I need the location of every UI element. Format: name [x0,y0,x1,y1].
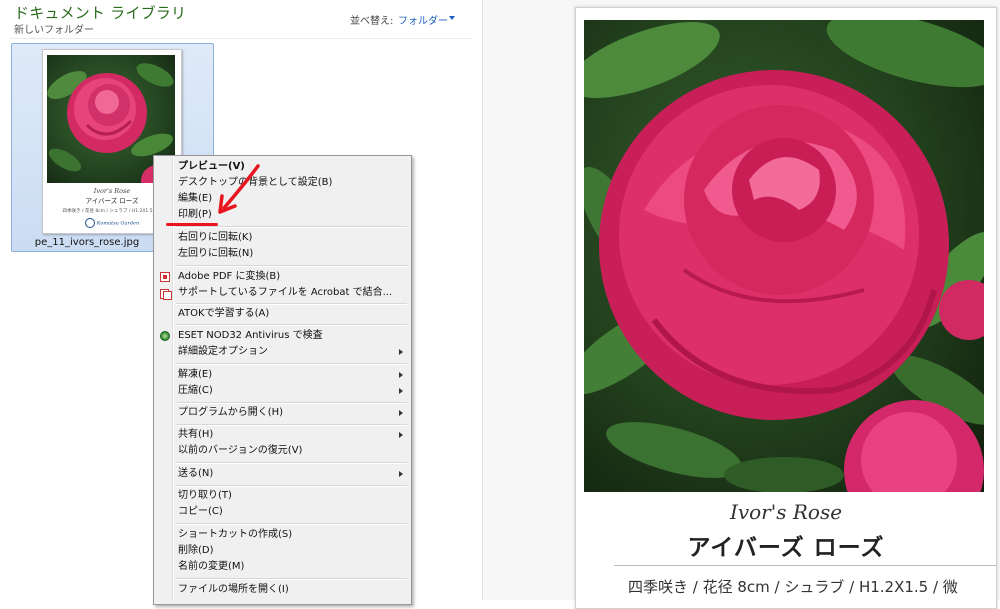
menu-separator [176,226,407,228]
menu-item-restore-previous-versions[interactable]: 以前のバージョンの復元(V) [156,443,409,459]
menu-item-open-file-location[interactable]: ファイルの場所を開く(I) [156,582,409,598]
menu-item-rotate-left[interactable]: 左回りに回転(N) [156,246,409,262]
rose-photo [584,20,984,492]
adobe-pdf-icon [160,272,170,282]
menu-item-label: 共有(H) [178,429,214,440]
menu-separator [176,402,407,404]
acrobat-combine-icon [160,288,172,300]
menu-item-acrobat-combine[interactable]: サポートしているファイルを Acrobat で結合... [156,285,409,301]
menu-item-open-with[interactable]: プログラムから開く(H) [156,405,409,421]
menu-item-label: 詳細設定オプション [178,346,268,357]
chevron-down-icon[interactable] [449,16,455,20]
menu-separator [176,363,407,365]
menu-item-set-desktop-background[interactable]: デスクトップの背景として設定(B) [156,175,409,191]
menu-separator [176,303,407,305]
preview-spec: 四季咲き / 花径 8cm / シュラブ / H1.2X1.5 / 微 [628,578,958,596]
menu-item-delete[interactable]: 削除(D) [156,543,409,559]
explorer-pane: ドキュメント ライブラリ 新しいフォルダー 並べ替え: フォルダー Ivor's… [0,0,483,605]
sort-label: 並べ替え: [350,16,394,27]
menu-separator [176,424,407,426]
menu-item-send-to[interactable]: 送る(N) [156,466,409,482]
submenu-arrow-icon [399,432,403,438]
menu-item-extract[interactable]: 解凍(E) [156,367,409,383]
menu-item-cut[interactable]: 切り取り(T) [156,488,409,504]
menu-item-label: サポートしているファイルを Acrobat で結合... [178,287,393,298]
menu-item-eset-scan[interactable]: ESET NOD32 Antivirus で検査 [156,328,409,344]
menu-separator [176,578,407,580]
menu-item-atok-learn[interactable]: ATOKで学習する(A) [156,306,409,322]
submenu-arrow-icon [399,471,403,477]
garden-logo-icon [84,218,95,228]
preview-pane: Ivor's Rose アイバーズ ローズ 四季咲き / 花径 8cm / シュ… [483,0,1000,609]
menu-item-convert-pdf[interactable]: Adobe PDF に変換(B) [156,269,409,285]
menu-separator [176,462,407,464]
submenu-arrow-icon [399,388,403,394]
preview-title-ja: アイバーズ ローズ [687,534,885,561]
thumb-logo-text: Komatsu Garden [96,220,140,227]
submenu-arrow-icon [399,349,403,355]
menu-item-preview[interactable]: プレビュー(V) [156,159,409,175]
submenu-arrow-icon [399,410,403,416]
menu-item-label: 解凍(E) [178,369,213,380]
menu-separator [176,265,407,267]
menu-item-create-shortcut[interactable]: ショートカットの作成(S) [156,527,409,543]
new-folder-link[interactable]: 新しいフォルダー [14,21,94,36]
preview-title-en: Ivor's Rose [729,500,843,524]
menu-separator [176,523,407,525]
menu-item-copy[interactable]: コピー(C) [156,504,409,520]
menu-item-print[interactable]: 印刷(P) [156,207,409,223]
menu-item-rename[interactable]: 名前の変更(M) [156,559,409,575]
menu-item-label: 送る(N) [178,468,214,479]
preview-document: Ivor's Rose アイバーズ ローズ 四季咲き / 花径 8cm / シュ… [575,7,997,609]
menu-item-label: 圧縮(C) [178,385,213,396]
menu-item-compress[interactable]: 圧縮(C) [156,383,409,399]
menu-item-label: プログラムから開く(H) [178,407,284,418]
annotation-underline [166,223,218,226]
menu-separator [176,485,407,487]
eset-icon [160,331,170,341]
menu-item-rotate-right[interactable]: 右回りに回転(K) [156,230,409,246]
menu-separator [176,324,407,326]
menu-item-label: ESET NOD32 Antivirus で検査 [178,330,323,341]
menu-item-edit[interactable]: 編集(E) [156,191,409,207]
menu-item-share[interactable]: 共有(H) [156,427,409,443]
sort-dropdown[interactable]: フォルダー [398,12,448,27]
header-divider [10,38,472,39]
library-title: ドキュメント ライブラリ [14,4,187,22]
file-name: pe_11_ivors_rose.jpg [34,237,140,248]
menu-item-advanced-options[interactable]: 詳細設定オプション [156,344,409,360]
submenu-arrow-icon [399,372,403,378]
caption-divider [614,565,996,566]
menu-item-label: Adobe PDF に変換(B) [178,271,281,282]
